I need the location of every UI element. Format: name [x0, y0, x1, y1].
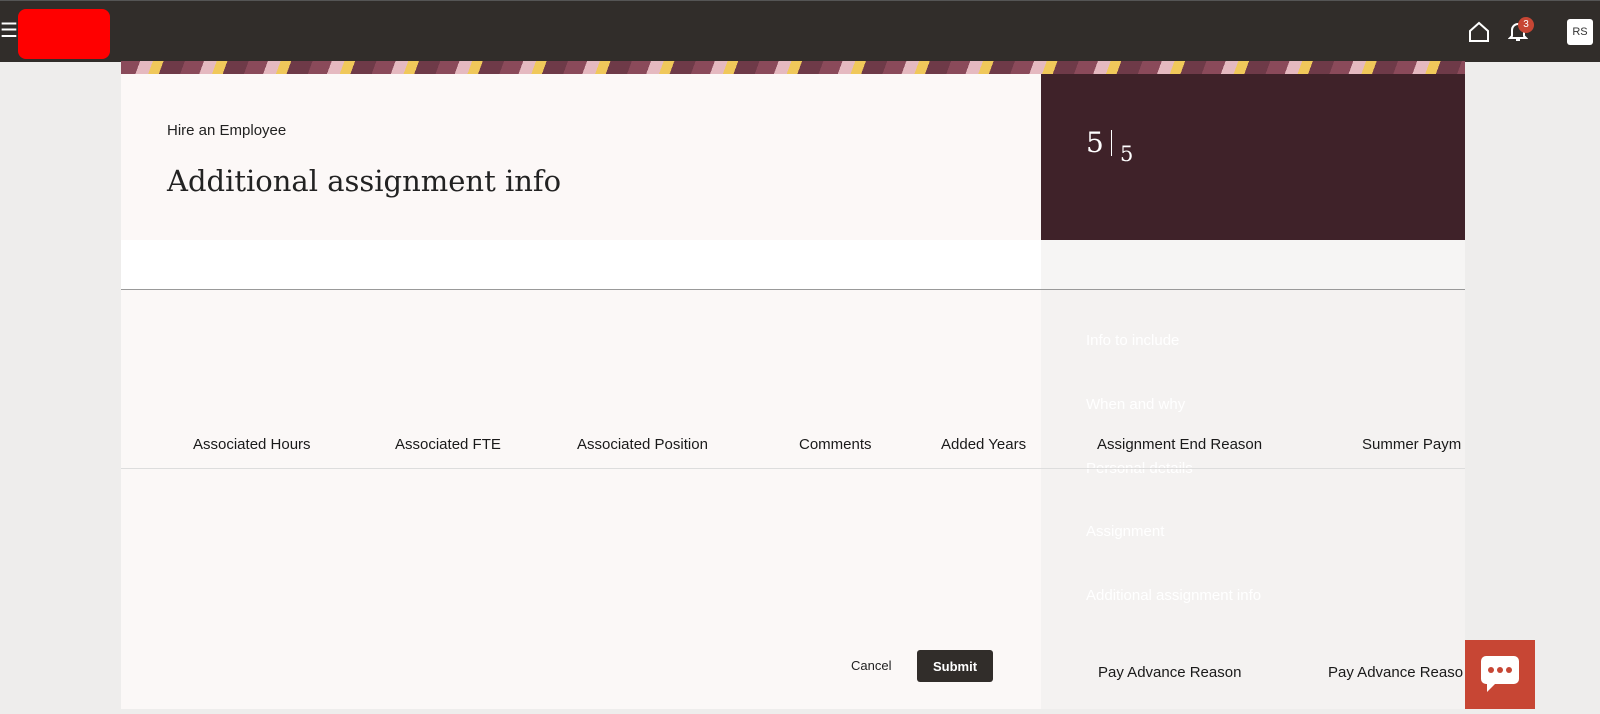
decorative-banner: [121, 61, 1465, 74]
column-associated-fte[interactable]: Associated FTE: [395, 436, 501, 453]
column-assignment-end-reason[interactable]: Assignment End Reason: [1097, 436, 1262, 453]
divider: [121, 468, 1465, 469]
section-band: [121, 240, 1465, 290]
column-summer-payment[interactable]: Summer Paym: [1362, 436, 1461, 453]
total-steps: 5: [1120, 142, 1134, 166]
step-when-and-why[interactable]: When and why: [1086, 396, 1185, 413]
main-content: [121, 290, 1041, 709]
avatar[interactable]: RS: [1567, 19, 1593, 45]
page-title: Additional assignment info: [167, 164, 562, 198]
flow-title: Hire an Employee: [167, 122, 287, 139]
chat-button[interactable]: [1465, 640, 1535, 709]
cancel-button[interactable]: Cancel: [851, 658, 891, 673]
column-added-years[interactable]: Added Years: [941, 436, 1026, 453]
top-bar: ☰ 3 RS: [0, 0, 1600, 62]
step-info-to-include[interactable]: Info to include: [1086, 332, 1179, 349]
logo-redacted[interactable]: [18, 9, 110, 59]
step-indicator: 5 5: [1041, 74, 1465, 240]
column-pay-advance-reason[interactable]: Pay Advance Reason: [1098, 664, 1241, 681]
notification-badge: 3: [1518, 17, 1534, 33]
step-separator: [1111, 130, 1112, 156]
page-header: Hire an Employee Additional assignment i…: [121, 74, 1041, 241]
chat-icon: [1481, 656, 1519, 692]
column-comments[interactable]: Comments: [799, 436, 872, 453]
hamburger-icon[interactable]: ☰: [0, 21, 18, 41]
current-step: 5: [1086, 126, 1104, 159]
step-additional-assignment-info[interactable]: Additional assignment info: [1086, 587, 1261, 604]
step-assignment[interactable]: Assignment: [1086, 523, 1164, 540]
column-associated-position[interactable]: Associated Position: [577, 436, 708, 453]
home-icon[interactable]: [1468, 21, 1490, 43]
column-associated-hours[interactable]: Associated Hours: [193, 436, 311, 453]
submit-button[interactable]: Submit: [917, 650, 993, 682]
column-pay-advance-reason-2[interactable]: Pay Advance Reaso: [1328, 664, 1463, 681]
steps-sidebar: Info to include When and why Personal de…: [1041, 290, 1465, 709]
